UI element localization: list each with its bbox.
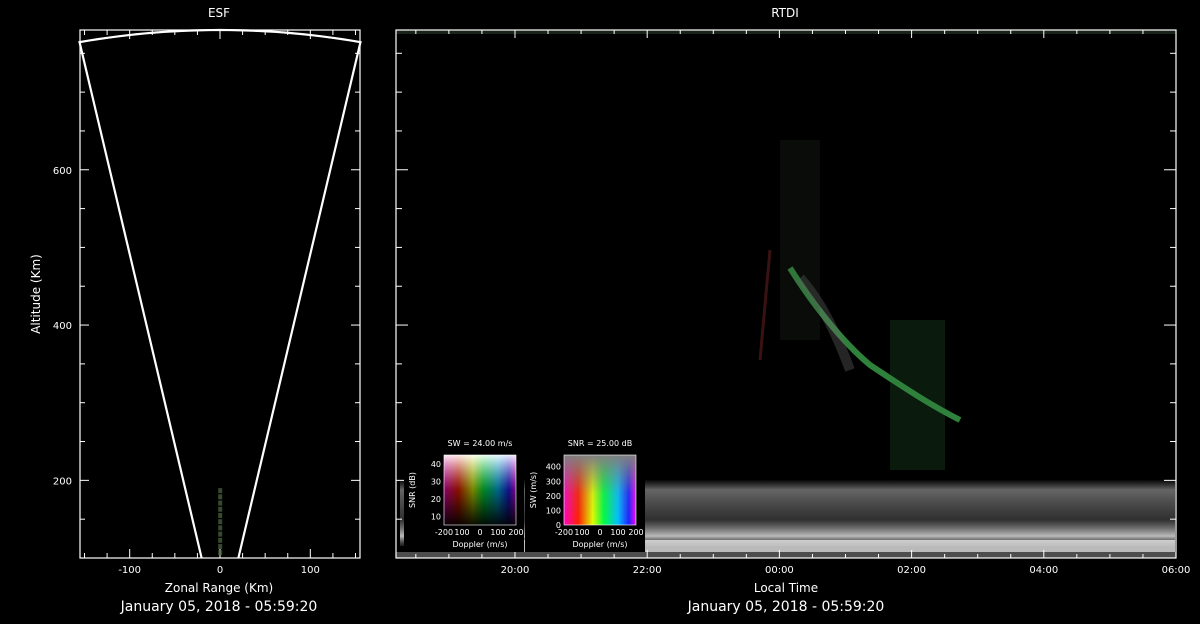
esf-echo-point [218, 506, 223, 512]
rtdi-title: RTDI [771, 6, 799, 20]
rtdi-xtick-label: 06:00 [1162, 565, 1191, 576]
colorbar-snr-ylabel: SW (m/s) [529, 472, 538, 508]
colorbar-sw-xlabel: Doppler (m/s) [452, 540, 507, 549]
colorbar-sw-dark-overlay [444, 455, 516, 525]
esf-panel: ESF 200 400 600 -100 0 100 Zonal Range (Km) A… [29, 6, 362, 615]
colorbar-sw-ytick-label: 30 [431, 477, 441, 486]
esf-plot-frame [79, 29, 361, 559]
colorbar-sw-ylabel: SNR (dB) [408, 472, 417, 508]
esf-ytick-label: 400 [53, 321, 72, 332]
esf-echo-point [218, 488, 223, 494]
rtdi-xtick-label: 04:00 [1029, 565, 1058, 576]
esf-beam-outline [78, 28, 362, 559]
colorbar-snr-ytick-label: 300 [546, 477, 561, 486]
colorbar-snr-gray-overlay [564, 455, 636, 525]
esf-echo-point [218, 519, 223, 525]
esf-timestamp: January 05, 2018 - 05:59:20 [120, 599, 318, 615]
colorbar-snr-ytick-label: 100 [546, 506, 561, 515]
colorbar-sw-title: SW = 24.00 m/s [448, 439, 513, 448]
esf-echo-marks [218, 488, 223, 556]
esf-echo-point [218, 500, 223, 506]
colorbar-sw: SW = 24.00 m/s -200 100 0 100 20010203040 Do… [404, 432, 524, 552]
rtdi-xlabel: Local Time [754, 581, 818, 595]
colorbar-sw-ytick-label: 20 [431, 495, 441, 504]
colorbar-snr-ytick-label: 200 [546, 492, 561, 501]
esf-ytick-label: 600 [53, 166, 72, 177]
esf-ylabel: Altitude (Km) [29, 254, 43, 334]
colorbar-sw-xtick-label: -200 [435, 528, 453, 537]
esf-ytick-label: 200 [53, 476, 72, 487]
esf-echo-point [218, 531, 223, 537]
colorbar-sw-ytick-label: 10 [431, 512, 441, 521]
colorbar-snr: SNR = 25.00 dB -200 100 0 100 20001002003004… [525, 432, 645, 552]
rtdi-xtick-label: 00:00 [765, 565, 794, 576]
esf-xtick-label: 0 [217, 565, 223, 576]
colorbar-sw-xtick-label: 0 [477, 528, 482, 537]
colorbar-sw-xtick-label: 100 [490, 528, 505, 537]
esf-xtick-label: -100 [118, 565, 141, 576]
esf-echo-point [218, 550, 223, 556]
colorbar-snr-ytick-label: 400 [546, 463, 561, 472]
esf-title: ESF [208, 6, 230, 20]
rtdi-xtick-label: 22:00 [633, 565, 662, 576]
colorbar-snr-title: SNR = 25.00 dB [568, 439, 632, 448]
colorbar-snr-xtick-label: 0 [597, 528, 602, 537]
esf-echo-point [218, 544, 223, 550]
colorbar-sw-xtick-label: 200 [508, 528, 523, 537]
rtdi-xtick-label: 02:00 [897, 565, 926, 576]
esf-xlabel: Zonal Range (Km) [165, 581, 273, 595]
colorbar-snr-xtick-label: 200 [628, 528, 643, 537]
rtdi-timestamp: January 05, 2018 - 05:59:20 [687, 599, 885, 615]
colorbar-snr-ytick-label: 0 [556, 521, 561, 530]
esf-axis-ticks: 200 400 600 -100 0 100 [53, 30, 360, 576]
rtdi-panel: RTDI 20:00 22:00 00:00 02:00 04:00 06:00 Loca… [395, 6, 1191, 615]
esf-echo-point [218, 537, 223, 543]
figure-canvas: ESF 200400600-100 0 100 Zonal Range (Km) A… [29, 6, 1191, 615]
esf-echo-point [218, 525, 223, 531]
colorbar-snr-xtick-label: 100 [574, 528, 589, 537]
esf-xtick-label: 100 [301, 565, 320, 576]
rtdi-xtick-label: 20:00 [501, 565, 530, 576]
colorbar-snr-xtick-label: 100 [610, 528, 625, 537]
colorbar-sw-ytick-label: 40 [431, 460, 441, 469]
esf-echo-point [218, 512, 223, 518]
colorbar-sw-xtick-label: 100 [454, 528, 469, 537]
colorbar-snr-xlabel: Doppler (m/s) [572, 540, 627, 549]
esf-echo-point [218, 494, 223, 500]
